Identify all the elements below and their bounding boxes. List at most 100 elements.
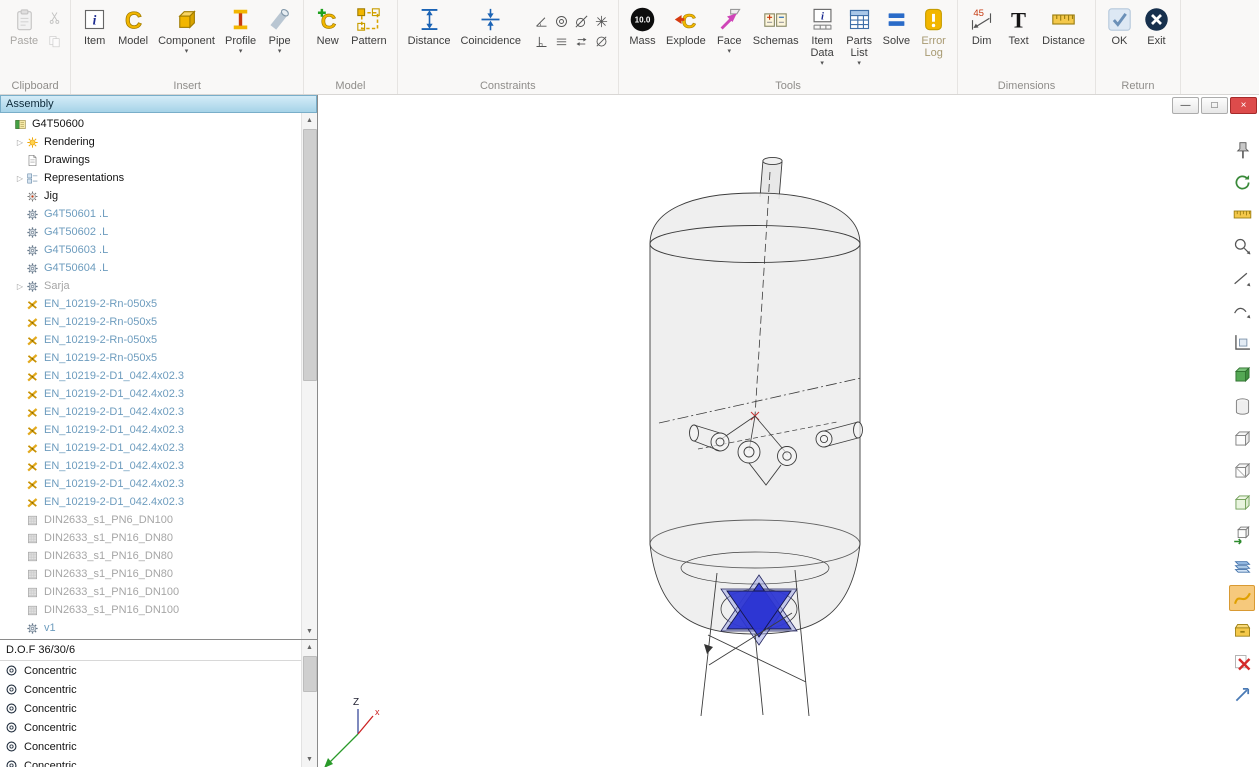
box-2-tool-button[interactable] bbox=[1229, 457, 1255, 483]
tree-item-g4t50604-l[interactable]: G4T50604 .L bbox=[0, 259, 301, 277]
tree-item-representations[interactable]: ▷Representations bbox=[0, 169, 301, 187]
measure-slope-tool-button[interactable] bbox=[1229, 265, 1255, 291]
constraint-item-concentric[interactable]: Concentric bbox=[0, 661, 301, 680]
tree-item-sarja[interactable]: ▷Sarja bbox=[0, 277, 301, 295]
scroll-down-icon[interactable]: ▼ bbox=[302, 752, 317, 767]
viewport-canvas[interactable]: Z x bbox=[318, 116, 1259, 767]
tree-item-din2633-s1-pn16-dn100[interactable]: DIN2633_s1_PN16_DN100 bbox=[0, 583, 301, 601]
delete-tool-button[interactable] bbox=[1229, 649, 1255, 675]
explode-button[interactable]: CExplode bbox=[661, 2, 711, 47]
tree-item-rendering[interactable]: ▷Rendering bbox=[0, 133, 301, 151]
tree-item-g4t50602-l[interactable]: G4T50602 .L bbox=[0, 223, 301, 241]
box-tool-button[interactable] bbox=[1229, 425, 1255, 451]
tree-item-g4t50603-l[interactable]: G4T50603 .L bbox=[0, 241, 301, 259]
exit-button[interactable]: Exit bbox=[1138, 2, 1175, 47]
minimize-button[interactable]: — bbox=[1172, 97, 1199, 114]
measure-curve-tool-button[interactable] bbox=[1229, 297, 1255, 323]
perpendicular-constraint-button[interactable] bbox=[532, 32, 551, 51]
constraint-item-concentric[interactable]: Concentric bbox=[0, 718, 301, 737]
tree-item-v1[interactable]: v1 bbox=[0, 619, 301, 637]
update-tool-button[interactable] bbox=[1229, 169, 1255, 195]
layers-tool-button[interactable] bbox=[1229, 553, 1255, 579]
restore-button[interactable]: □ bbox=[1201, 97, 1228, 114]
distance-button[interactable]: Distance bbox=[403, 2, 456, 47]
constraint-item-concentric[interactable]: Concentric bbox=[0, 699, 301, 718]
measure-radius-tool-button[interactable] bbox=[1229, 233, 1255, 259]
tree-item-din2633-s1-pn16-dn80[interactable]: DIN2633_s1_PN16_DN80 bbox=[0, 529, 301, 547]
component-button[interactable]: Component▾ bbox=[153, 2, 220, 55]
tree-item-en-10219-2-d1-042-4x02-3[interactable]: EN_10219-2-D1_042.4x02.3 bbox=[0, 475, 301, 493]
profile-button[interactable]: Profile▾ bbox=[220, 2, 261, 55]
tree-item-din2633-s1-pn16-dn80[interactable]: DIN2633_s1_PN16_DN80 bbox=[0, 547, 301, 565]
tree-scrollbar[interactable]: ▲ ▼ bbox=[301, 113, 317, 639]
measure-ruler-tool-button[interactable] bbox=[1229, 201, 1255, 227]
viewport-3d[interactable]: Z x bbox=[318, 116, 1259, 767]
constraint-item-concentric[interactable]: Concentric bbox=[0, 680, 301, 699]
fix-constraint-button[interactable] bbox=[592, 12, 611, 31]
tree-item-en-10219-2-d1-042-4x02-3[interactable]: EN_10219-2-D1_042.4x02.3 bbox=[0, 457, 301, 475]
tree-item-jig[interactable]: Jig bbox=[0, 187, 301, 205]
tree-scrollbar-thumb[interactable] bbox=[303, 129, 317, 381]
tree-item-en-10219-2-rn-050x5[interactable]: EN_10219-2-Rn-050x5 bbox=[0, 313, 301, 331]
expand-arrow-icon[interactable]: ▷ bbox=[14, 282, 26, 291]
item-data-button[interactable]: iItem Data▾ bbox=[804, 2, 841, 67]
schemas-button[interactable]: Schemas bbox=[748, 2, 804, 47]
component-cube-tool-button[interactable] bbox=[1229, 489, 1255, 515]
diameter-constraint-button[interactable] bbox=[592, 32, 611, 51]
copy-button[interactable] bbox=[45, 32, 63, 50]
parts-list-button[interactable]: Parts List▾ bbox=[841, 2, 878, 67]
expand-arrow-icon[interactable]: ▷ bbox=[14, 174, 26, 183]
tree-item-en-10219-2-d1-042-4x02-3[interactable]: EN_10219-2-D1_042.4x02.3 bbox=[0, 367, 301, 385]
tree-item-en-10219-2-rn-050x5[interactable]: EN_10219-2-Rn-050x5 bbox=[0, 349, 301, 367]
constraint-item-concentric[interactable]: Concentric bbox=[0, 756, 301, 767]
tree-item-en-10219-2-d1-042-4x02-3[interactable]: EN_10219-2-D1_042.4x02.3 bbox=[0, 385, 301, 403]
close-button[interactable]: × bbox=[1230, 97, 1257, 114]
tree-item-din2633-s1-pn16-dn80[interactable]: DIN2633_s1_PN16_DN80 bbox=[0, 565, 301, 583]
constraint-scrollbar-thumb[interactable] bbox=[303, 656, 317, 692]
external-link-tool-button[interactable] bbox=[1229, 681, 1255, 707]
tree-item-din2633-s1-pn6-dn100[interactable]: DIN2633_s1_PN6_DN100 bbox=[0, 511, 301, 529]
scroll-up-icon[interactable]: ▲ bbox=[302, 640, 317, 655]
solve-button[interactable]: Solve bbox=[878, 2, 916, 47]
mass-button[interactable]: 10.0Mass bbox=[624, 2, 661, 47]
tangent-constraint-button[interactable] bbox=[572, 12, 591, 31]
tree-item-g4t50601-l[interactable]: G4T50601 .L bbox=[0, 205, 301, 223]
tree-item-en-10219-2-d1-042-4x02-3[interactable]: EN_10219-2-D1_042.4x02.3 bbox=[0, 439, 301, 457]
parallel-constraint-button[interactable] bbox=[552, 32, 571, 51]
error-log-button[interactable]: Error Log bbox=[915, 2, 952, 59]
library-drawer-tool-button[interactable] bbox=[1229, 617, 1255, 643]
dim-button[interactable]: 45Dim bbox=[963, 2, 1000, 47]
pin-tool-button[interactable] bbox=[1229, 137, 1255, 163]
opposed-constraint-button[interactable] bbox=[572, 32, 591, 51]
solid-cube-tool-button[interactable] bbox=[1229, 361, 1255, 387]
tree-item-en-10219-2-rn-050x5[interactable]: EN_10219-2-Rn-050x5 bbox=[0, 331, 301, 349]
export-model-tool-button[interactable] bbox=[1229, 521, 1255, 547]
distance-button[interactable]: Distance bbox=[1037, 2, 1090, 47]
coincidence-button[interactable]: Coincidence bbox=[455, 2, 526, 47]
scroll-down-icon[interactable]: ▼ bbox=[302, 624, 317, 639]
ok-button[interactable]: OK bbox=[1101, 2, 1138, 47]
constraint-item-concentric[interactable]: Concentric bbox=[0, 737, 301, 756]
cut-button[interactable] bbox=[45, 8, 63, 26]
cylinder-tool-button[interactable] bbox=[1229, 393, 1255, 419]
tree-item-en-10219-2-rn-050x5[interactable]: EN_10219-2-Rn-050x5 bbox=[0, 295, 301, 313]
expand-arrow-icon[interactable]: ▷ bbox=[14, 138, 26, 147]
tree-item-en-10219-2-d1-042-4x02-3[interactable]: EN_10219-2-D1_042.4x02.3 bbox=[0, 421, 301, 439]
tree-item-en-10219-2-d1-042-4x02-3[interactable]: EN_10219-2-D1_042.4x02.3 bbox=[0, 493, 301, 511]
pipe-button[interactable]: Pipe▾ bbox=[261, 2, 298, 55]
tree-item-g4t50600[interactable]: G4T50600 bbox=[0, 115, 301, 133]
constraint-scrollbar[interactable]: ▲ ▼ bbox=[301, 640, 317, 767]
paste-button[interactable]: Paste bbox=[5, 2, 43, 47]
new-button[interactable]: CNew bbox=[309, 2, 346, 47]
work-plane-tool-button[interactable] bbox=[1229, 329, 1255, 355]
face-button[interactable]: Face▾ bbox=[711, 2, 748, 55]
pattern-button[interactable]: Pattern bbox=[346, 2, 391, 47]
tree-item-en-10219-2-d1-042-4x02-3[interactable]: EN_10219-2-D1_042.4x02.3 bbox=[0, 403, 301, 421]
angle-constraint-button[interactable] bbox=[532, 12, 551, 31]
item-button[interactable]: iItem bbox=[76, 2, 113, 47]
concentric-constraint-button[interactable] bbox=[552, 12, 571, 31]
surface-curve-tool-button[interactable] bbox=[1229, 585, 1255, 611]
text-button[interactable]: TText bbox=[1000, 2, 1037, 47]
tree-item-din2633-s1-pn16-dn100[interactable]: DIN2633_s1_PN16_DN100 bbox=[0, 601, 301, 619]
model-button[interactable]: CModel bbox=[113, 2, 153, 47]
